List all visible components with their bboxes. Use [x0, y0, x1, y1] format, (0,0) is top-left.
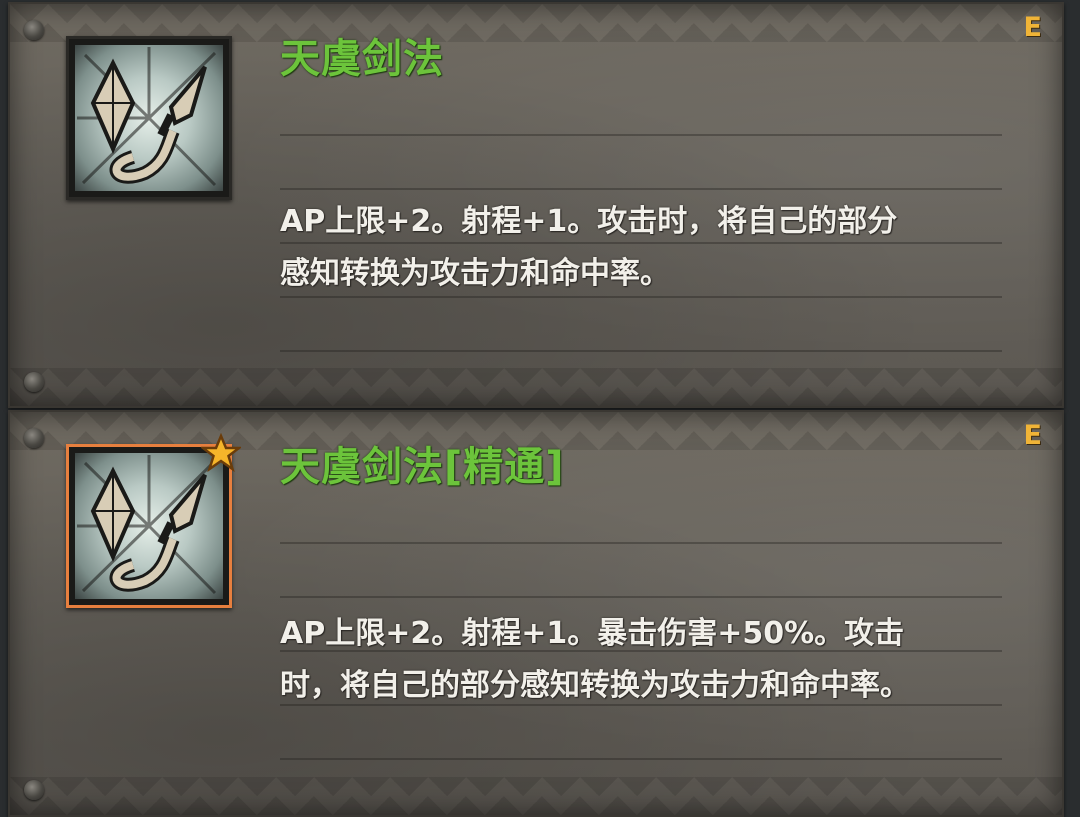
- skill-icon-frame[interactable]: [66, 36, 232, 200]
- star-icon: [201, 433, 241, 473]
- skill-grade-badge: E: [1023, 12, 1042, 43]
- skill-card-basic: E 天虞剑法 AP上限+2。射程+1。攻击时，将自己的部分 感知转换为攻击力和命…: [8, 2, 1064, 408]
- description-line: 时，将自己的部分感知转换为攻击力和命中率。: [280, 668, 910, 703]
- description-line: AP上限+2。射程+1。攻击时，将自己的部分: [280, 204, 898, 239]
- rivet-icon: [24, 20, 44, 40]
- description-line: AP上限+2。射程+1。暴击伤害+50%。攻击: [280, 616, 905, 651]
- sword-tassel-icon: [77, 47, 217, 187]
- skill-comparison-page: E 天虞剑法 AP上限+2。射程+1。攻击时，将自己的部分 感知转换为攻击力和命…: [0, 0, 1080, 817]
- skill-icon-frame-mastered[interactable]: [66, 433, 241, 608]
- skill-description: AP上限+2。射程+1。攻击时，将自己的部分 感知转换为攻击力和命中率。: [280, 196, 980, 300]
- skill-grade-badge: E: [1023, 420, 1042, 451]
- skill-card-mastered: E 天虞剑法[精通] AP上限+2。射程+1。暴击伤害+50%。攻击 时，将自己…: [8, 410, 1064, 817]
- description-line: 感知转换为攻击力和命中率。: [280, 256, 670, 291]
- rivet-icon: [24, 372, 44, 392]
- rivet-icon: [24, 428, 44, 448]
- rivet-icon: [24, 780, 44, 800]
- skill-title: 天虞剑法[精通]: [280, 444, 565, 490]
- sword-tassel-icon: [77, 455, 217, 595]
- skill-description: AP上限+2。射程+1。暴击伤害+50%。攻击 时，将自己的部分感知转换为攻击力…: [280, 608, 980, 712]
- skill-title: 天虞剑法: [280, 36, 444, 82]
